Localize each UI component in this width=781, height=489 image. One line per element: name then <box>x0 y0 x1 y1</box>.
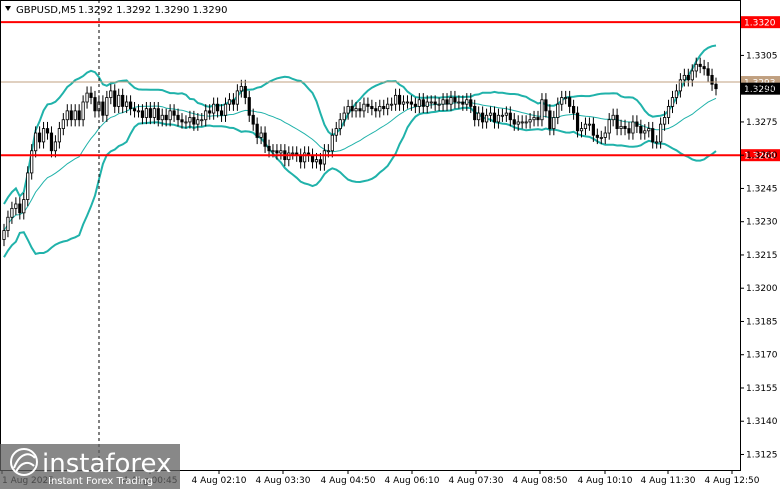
price-axis: 1.3305 1.3290 1.3275 1.3260 1.3245 1.3230 1.32… <box>740 51 778 460</box>
y-tick-label: 1.3200 <box>746 284 778 294</box>
y-tick-label: 1.3125 <box>746 450 778 460</box>
y-tick-label: 1.3140 <box>746 417 778 427</box>
y-tick-label: 1.3275 <box>746 118 778 128</box>
price-chart[interactable]: 1.32931.33201.32601.3290 1.33051.32901.3… <box>0 0 781 489</box>
watermark: instaforex Instant Forex Trading <box>0 444 180 489</box>
watermark-brand: instaforex <box>42 449 171 479</box>
symbol-label: GBPUSD,M5 <box>16 5 76 16</box>
x-tick-label: 4 Aug 04:50 <box>321 476 376 486</box>
x-tick-label: 4 Aug 10:10 <box>578 476 633 486</box>
plot-background <box>0 0 740 470</box>
x-tick-label: 4 Aug 11:30 <box>641 476 696 486</box>
x-tick-label: 4 Aug 02:10 <box>192 476 247 486</box>
y-tick-label: 1.3155 <box>746 384 778 394</box>
ohlc-label: 1.3292 1.3292 1.3290 1.3290 <box>78 5 228 16</box>
x-tick-label: 4 Aug 03:30 <box>256 476 311 486</box>
y-tick-label: 1.3185 <box>746 317 778 327</box>
chart-header: GBPUSD,M5 1.3292 1.3292 1.3290 1.3290 <box>5 5 228 16</box>
y-tick-label: 1.3245 <box>746 184 778 194</box>
resistance-level-tag-label: 1.3320 <box>744 19 776 29</box>
y-tick-label: 1.3230 <box>746 218 778 228</box>
y-tick-label: 1.3215 <box>746 251 778 261</box>
x-tick-label: 4 Aug 08:50 <box>513 476 568 486</box>
y-tick-label: 1.3290 <box>746 85 778 95</box>
x-tick-label: 4 Aug 12:50 <box>705 476 760 486</box>
watermark-tagline: Instant Forex Trading <box>48 476 153 487</box>
y-tick-label: 1.3260 <box>746 151 778 161</box>
y-tick-label: 1.3170 <box>746 351 778 361</box>
x-tick-label: 4 Aug 06:10 <box>385 476 440 486</box>
y-tick-label: 1.3305 <box>746 51 778 61</box>
x-tick-label: 4 Aug 07:30 <box>449 476 504 486</box>
